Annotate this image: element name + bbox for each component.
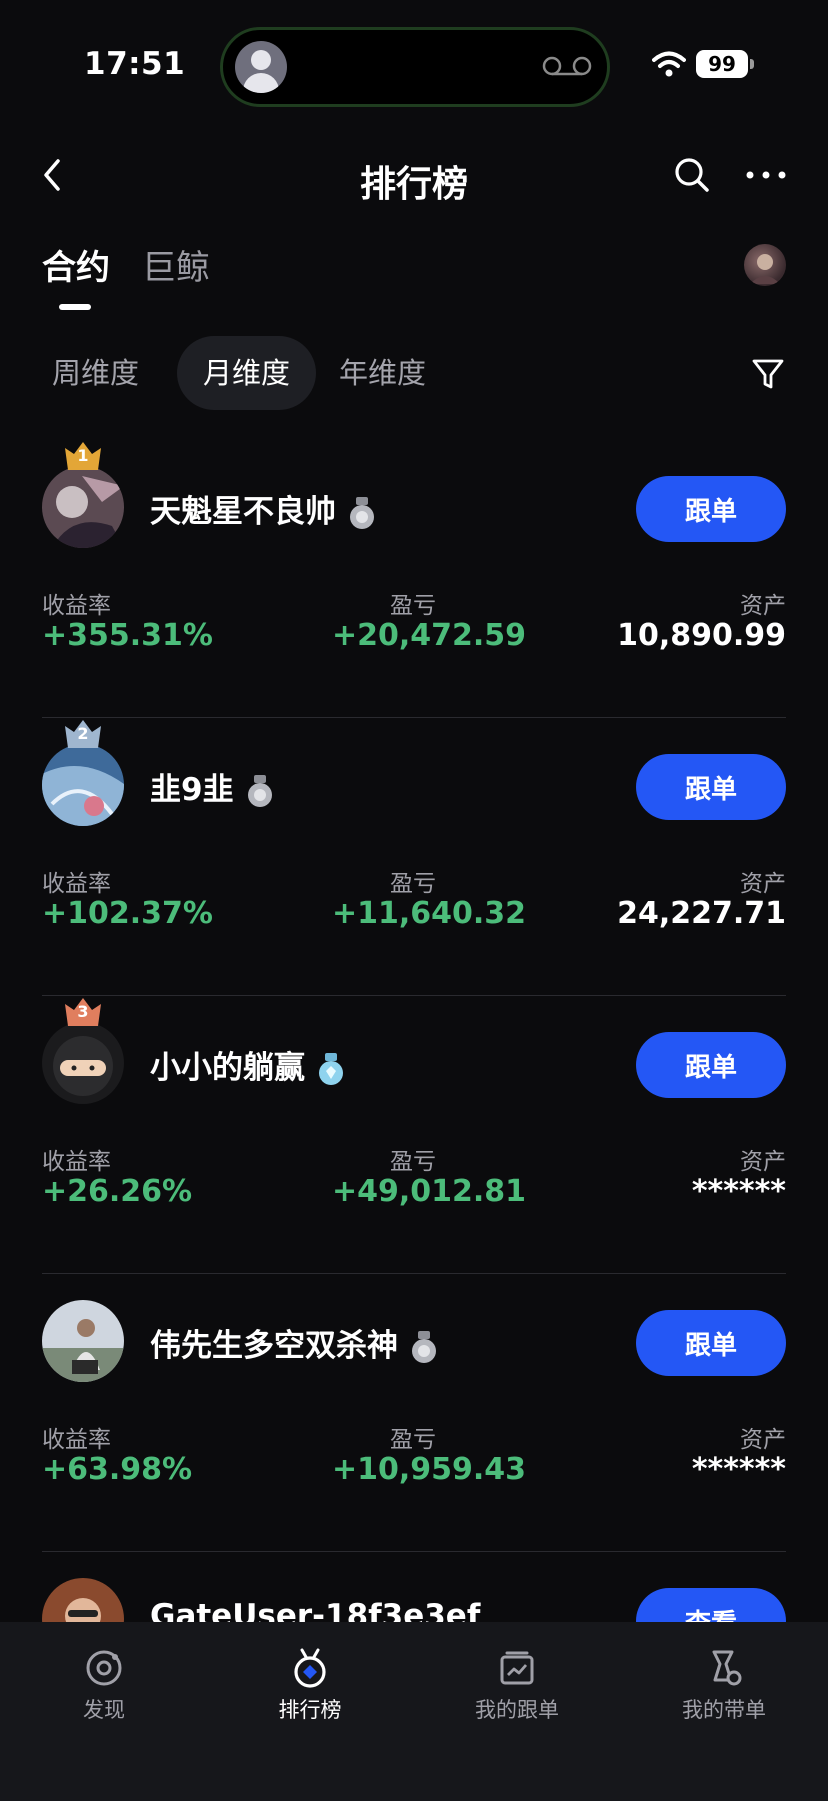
pnl-value: +20,472.59	[332, 618, 527, 653]
search-icon[interactable]	[672, 155, 712, 195]
pnl-label: 盈亏	[390, 871, 436, 897]
trader-row: 1 天魁星不良帅 跟单 收益率 盈亏 资产 +355.31% +20,472.5…	[42, 440, 786, 718]
tabbar-discover[interactable]: 发现	[24, 1648, 184, 1724]
rate-label: 收益率	[42, 1427, 111, 1453]
nav-bar: 排行榜	[0, 135, 828, 215]
trader-avatar[interactable]	[42, 466, 124, 548]
assets-value: 24,227.71	[617, 896, 786, 931]
pnl-value: +11,640.32	[332, 896, 527, 931]
pnl-label: 盈亏	[390, 1427, 436, 1453]
trader-avatar[interactable]	[42, 1022, 124, 1104]
pnl-value: +10,959.43	[332, 1452, 527, 1487]
silver-medal-icon	[350, 496, 374, 529]
silver-medal-icon	[247, 774, 272, 807]
assets-label: 资产	[740, 871, 786, 897]
rate-label: 收益率	[42, 593, 111, 619]
follow-button[interactable]: 跟单	[636, 754, 786, 820]
trader-avatar[interactable]	[42, 1300, 124, 1382]
period-weekly[interactable]: 周维度	[26, 336, 165, 410]
rank-crown-gold-icon	[65, 442, 101, 470]
pnl-label: 盈亏	[390, 1149, 436, 1175]
trader-name-wrap[interactable]: 天魁星不良帅	[150, 486, 376, 531]
active-tab-indicator	[59, 304, 91, 310]
rate-value: +355.31%	[42, 618, 213, 653]
filter-icon[interactable]	[750, 356, 786, 392]
battery-indicator: 99	[696, 50, 754, 78]
follow-button[interactable]: 跟单	[636, 1032, 786, 1098]
pnl-value: +49,012.81	[332, 1174, 527, 1209]
rate-value: +26.26%	[42, 1174, 193, 1209]
rate-label: 收益率	[42, 1149, 111, 1175]
dynamic-island	[220, 27, 610, 107]
trader-row: 3 小小的躺赢 跟单 收益率 盈亏 资产 +26.26% +49,012.81 …	[42, 996, 786, 1274]
more-icon[interactable]	[744, 155, 788, 195]
user-avatar[interactable]	[744, 244, 786, 286]
tabbar-my-lead[interactable]: 我的带单	[644, 1648, 804, 1724]
period-monthly[interactable]: 月维度	[177, 336, 317, 410]
status-bar: 17:51 99	[0, 0, 828, 110]
my-copy-icon	[500, 1651, 534, 1685]
rank-crown-silver-icon	[65, 720, 101, 748]
tabbar-my-copy[interactable]: 我的跟单	[437, 1648, 597, 1724]
discover-icon	[86, 1650, 122, 1686]
trader-name-wrap[interactable]: 小小的躺赢	[150, 1042, 345, 1087]
bottom-tab-bar: 发现 排行榜 我的跟单 我的带单	[0, 1622, 828, 1801]
assets-label: 资产	[740, 1427, 786, 1453]
wifi-icon	[652, 51, 686, 77]
tabbar-label: 排行榜	[278, 1698, 342, 1722]
voicemail-icon	[542, 56, 592, 76]
tab-whale[interactable]: 巨鲸	[142, 240, 210, 289]
period-selector: 周维度 月维度 年维度	[42, 336, 786, 410]
ranking-icon	[294, 1648, 326, 1688]
rate-value: +102.37%	[42, 896, 213, 931]
tabbar-label: 我的跟单	[475, 1698, 559, 1722]
assets-label: 资产	[740, 593, 786, 619]
period-yearly[interactable]: 年维度	[313, 336, 452, 410]
contact-avatar-icon	[235, 41, 287, 93]
follow-button[interactable]: 跟单	[636, 476, 786, 542]
trader-row: 2 韭9韭 跟单 收益率 盈亏 资产 +102.37% +11,640.32 2…	[42, 718, 786, 996]
status-time: 17:51	[84, 46, 186, 82]
assets-label: 资产	[740, 1149, 786, 1175]
trader-name: 伟先生多空双杀神	[150, 1328, 398, 1364]
tabbar-label: 我的带单	[682, 1698, 766, 1722]
silver-medal-icon	[412, 1330, 436, 1363]
assets-value: ******	[691, 1174, 786, 1209]
trader-row: 伟先生多空双杀神 跟单 收益率 盈亏 资产 +63.98% +10,959.43…	[42, 1274, 786, 1552]
rate-value: +63.98%	[42, 1452, 193, 1487]
tabbar-ranking[interactable]: 排行榜	[230, 1648, 390, 1724]
trader-name-wrap[interactable]: 韭9韭	[150, 764, 274, 809]
rank-crown-bronze-icon	[65, 998, 101, 1026]
pnl-label: 盈亏	[390, 593, 436, 619]
diamond-medal-icon	[319, 1052, 343, 1085]
trader-name: 天魁星不良帅	[150, 494, 336, 530]
tabbar-label: 发现	[83, 1698, 125, 1722]
trader-avatar[interactable]	[42, 744, 124, 826]
assets-value: 10,890.99	[617, 618, 786, 653]
tab-contract[interactable]: 合约	[42, 240, 110, 289]
assets-value: ******	[691, 1452, 786, 1487]
trader-name: 韭9韭	[150, 772, 234, 808]
category-tabs: 合约 巨鲸	[42, 240, 786, 310]
follow-button[interactable]: 跟单	[636, 1310, 786, 1376]
my-lead-icon	[712, 1650, 742, 1686]
trader-name: 小小的躺赢	[150, 1050, 305, 1086]
rate-label: 收益率	[42, 871, 111, 897]
trader-name-wrap[interactable]: 伟先生多空双杀神	[150, 1320, 438, 1365]
